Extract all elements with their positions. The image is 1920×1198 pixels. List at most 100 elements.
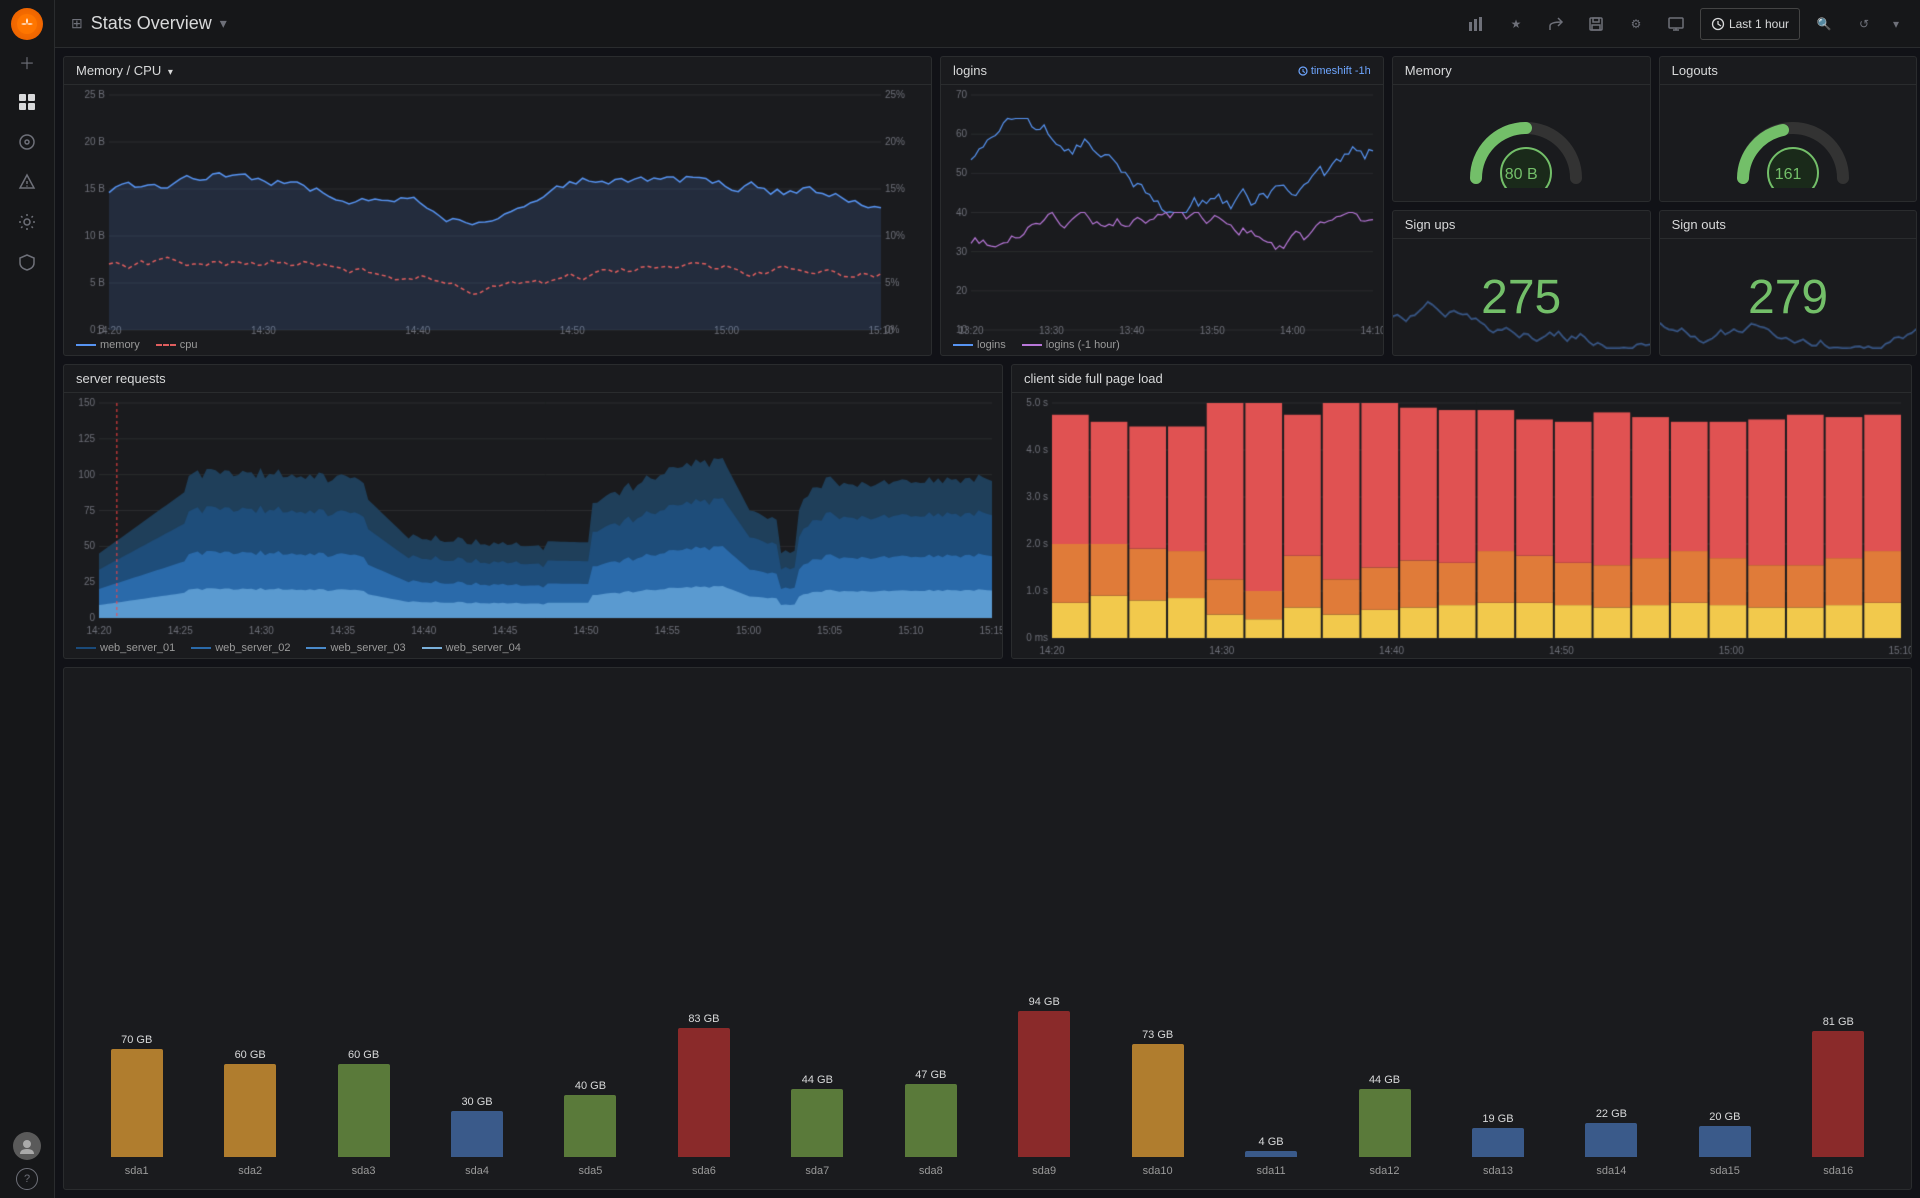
disk-bar-group: 22 GBsda14 [1555, 1002, 1668, 1157]
settings-icon[interactable] [9, 204, 45, 240]
disk-bar [905, 1084, 957, 1157]
client-page-load-body [1012, 393, 1911, 658]
memory-gauge-body: 80 B [1393, 85, 1650, 201]
disk-axis-label: sda9 [1032, 1165, 1056, 1177]
add-icon[interactable]: ＋ [9, 44, 45, 80]
shield-icon[interactable] [9, 244, 45, 280]
disk-value-label: 81 GB [1823, 1016, 1854, 1028]
memory-gauge-value: 80 B [1505, 166, 1538, 184]
refresh-dropdown-icon[interactable]: ▾ [1888, 8, 1904, 40]
legend-logins: logins [953, 339, 1006, 351]
disk-value-label: 40 GB [575, 1080, 606, 1092]
memory-gauge-header: Memory [1393, 57, 1650, 85]
disk-axis-label: sda10 [1143, 1165, 1173, 1177]
disk-bar-group: 44 GBsda12 [1328, 1002, 1441, 1157]
disk-bar-group: 83 GBsda6 [647, 1002, 760, 1157]
disk-bar [678, 1028, 730, 1157]
disk-bar-group: 40 GBsda5 [534, 1002, 647, 1157]
memory-gauge-panel: Memory 80 B [1392, 56, 1651, 202]
signups-body: 275 [1393, 239, 1650, 355]
client-page-load-panel: client side full page load [1011, 364, 1912, 659]
disk-bar [791, 1089, 843, 1157]
disk-axis-label: sda12 [1370, 1165, 1400, 1177]
logins-body [941, 85, 1383, 335]
legend-memory: memory [76, 339, 140, 351]
save-icon[interactable] [1580, 8, 1612, 40]
server-requests-body [64, 393, 1002, 638]
disk-bar [451, 1111, 503, 1158]
disk-value-label: 60 GB [235, 1049, 266, 1061]
logins-header: logins timeshift -1h [941, 57, 1383, 85]
topbar-actions: ★ ⚙ [1460, 8, 1904, 40]
share-icon[interactable] [1540, 8, 1572, 40]
disk-value-label: 73 GB [1142, 1029, 1173, 1041]
disk-bar-group: 60 GBsda2 [193, 1002, 306, 1157]
client-page-load-header: client side full page load [1012, 365, 1911, 393]
disk-value-label: 19 GB [1482, 1113, 1513, 1125]
time-range-picker[interactable]: Last 1 hour [1700, 8, 1800, 40]
search-icon[interactable]: 🔍 [1808, 8, 1840, 40]
disk-bar-group: 20 GBsda15 [1668, 1002, 1781, 1157]
logouts-gauge-wrap: 161 [1728, 98, 1848, 188]
disk-usage-panel: 70 GBsda160 GBsda260 GBsda330 GBsda440 G… [63, 667, 1912, 1190]
disk-bar-group: 94 GBsda9 [988, 1002, 1101, 1157]
grid-icon: ⊞ [71, 15, 83, 32]
timeshift-badge: timeshift -1h [1298, 65, 1371, 77]
memory-cpu-body [64, 85, 931, 335]
row2: server requests web_server_01 web_server… [63, 364, 1912, 659]
legend-logins-1h: logins (-1 hour) [1022, 339, 1120, 351]
gear-icon[interactable]: ⚙ [1620, 8, 1652, 40]
refresh-icon[interactable]: ↺ [1848, 8, 1880, 40]
signouts-body: 279 [1660, 239, 1917, 355]
disk-value-label: 70 GB [121, 1034, 152, 1046]
help-icon[interactable]: ? [16, 1168, 38, 1190]
grafana-logo[interactable] [11, 8, 43, 40]
disk-bar [1359, 1089, 1411, 1157]
disk-bar [224, 1064, 276, 1157]
logins-legend: logins logins (-1 hour) [941, 335, 1383, 355]
logins-chart [941, 85, 1383, 335]
server-requests-title: server requests [76, 371, 166, 386]
explore-icon[interactable] [9, 124, 45, 160]
disk-axis-label: sda7 [805, 1165, 829, 1177]
sidebar: ＋ [0, 0, 55, 1198]
disk-value-label: 83 GB [688, 1013, 719, 1025]
tv-icon[interactable] [1660, 8, 1692, 40]
signups-title: Sign ups [1405, 217, 1456, 232]
disk-bar [1132, 1044, 1184, 1157]
disk-value-label: 20 GB [1709, 1111, 1740, 1123]
dashboard-icon[interactable] [9, 84, 45, 120]
memory-cpu-title[interactable]: Memory / CPU ▾ [76, 63, 173, 78]
disk-value-label: 44 GB [1369, 1074, 1400, 1086]
memory-cpu-title-text: Memory / CPU [76, 63, 161, 78]
row1: Memory / CPU ▾ memory cpu [63, 56, 1912, 356]
server-requests-legend: web_server_01 web_server_02 web_server_0… [64, 638, 1002, 658]
logouts-gauge-body: 161 [1660, 85, 1917, 201]
disk-bar-group: 30 GBsda4 [420, 1002, 533, 1157]
title-dropdown-arrow[interactable]: ▾ [220, 15, 227, 32]
server-requests-panel: server requests web_server_01 web_server… [63, 364, 1003, 659]
memory-gauge-title: Memory [1405, 63, 1452, 78]
disk-axis-label: sda2 [238, 1165, 262, 1177]
alerting-icon[interactable] [9, 164, 45, 200]
legend-ws2: web_server_02 [191, 642, 290, 654]
disk-bar [1812, 1031, 1864, 1157]
disk-bar-group: 44 GBsda7 [761, 1002, 874, 1157]
disk-bar [1699, 1126, 1751, 1157]
avatar[interactable] [9, 1128, 45, 1164]
signouts-header: Sign outs [1660, 211, 1917, 239]
disk-axis-label: sda16 [1823, 1165, 1853, 1177]
dashboard: Memory / CPU ▾ memory cpu [55, 48, 1920, 1198]
bar-chart-icon[interactable] [1460, 8, 1492, 40]
star-icon[interactable]: ★ [1500, 8, 1532, 40]
legend-ws1: web_server_01 [76, 642, 175, 654]
main-content: ⊞ Stats Overview ▾ ★ [55, 0, 1920, 1198]
client-page-load-chart [1012, 393, 1911, 658]
logouts-panel: Logouts 161 [1659, 56, 1918, 202]
signouts-sparkline [1660, 285, 1917, 355]
disk-axis-label: sda3 [352, 1165, 376, 1177]
disk-value-label: 94 GB [1029, 996, 1060, 1008]
disk-bars-container: 70 GBsda160 GBsda260 GBsda330 GBsda440 G… [80, 981, 1895, 1181]
row1-right-col2: Logouts 161 [1659, 56, 1918, 356]
disk-value-label: 44 GB [802, 1074, 833, 1086]
